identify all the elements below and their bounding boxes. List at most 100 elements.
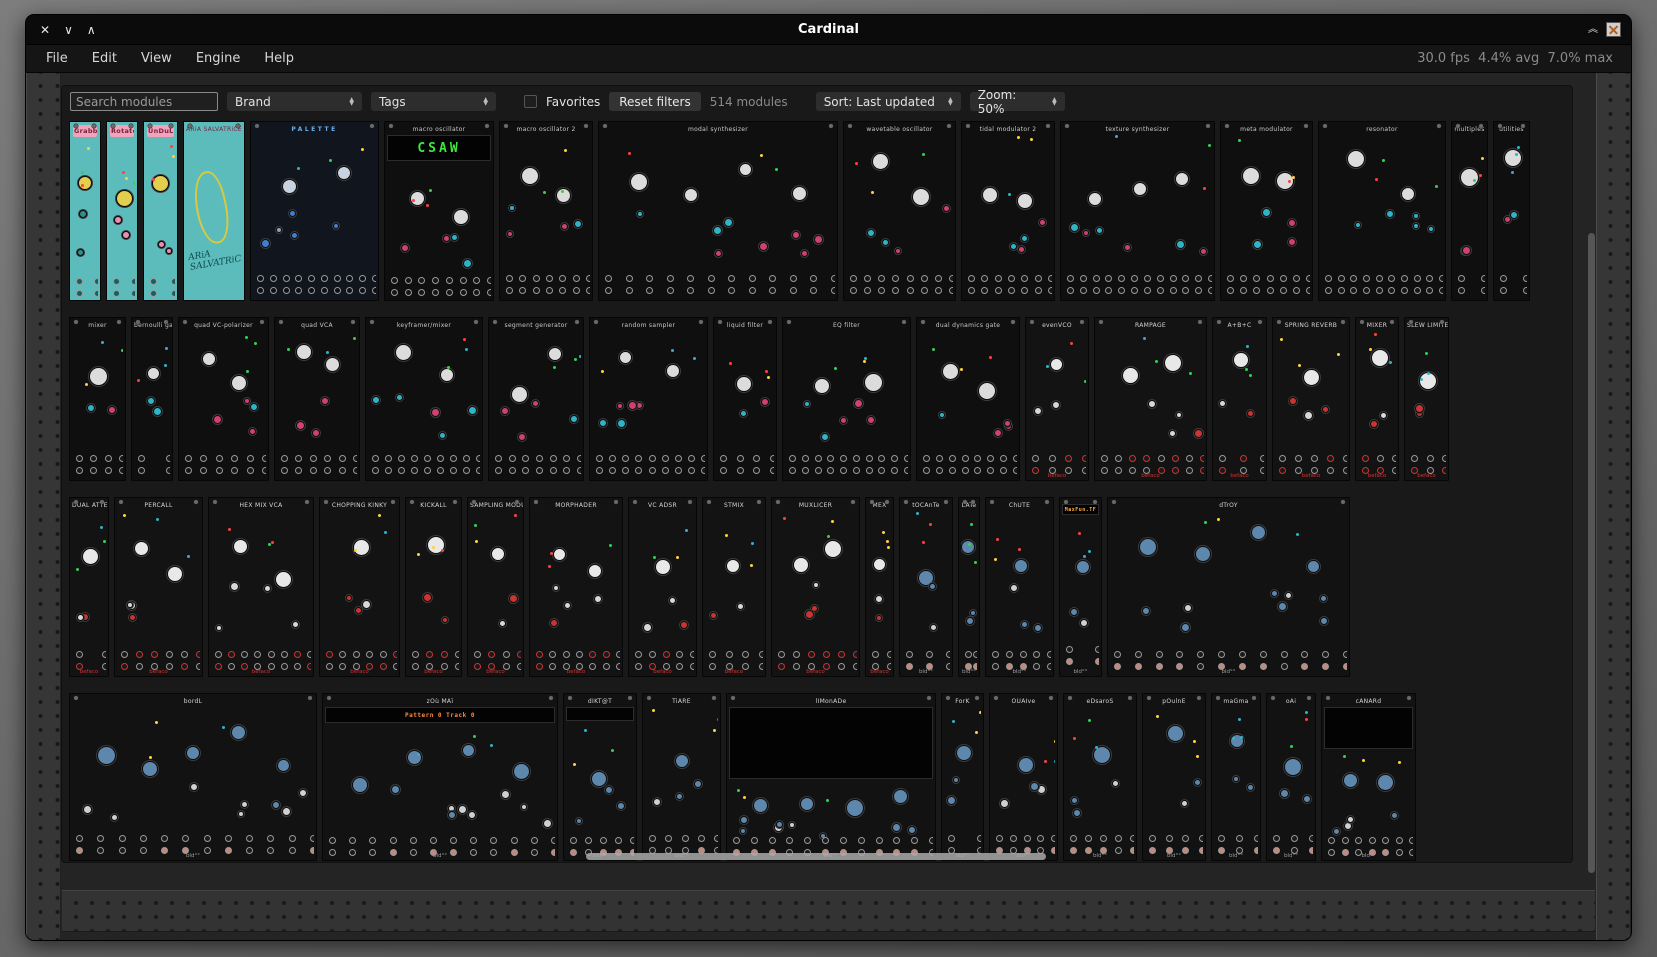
module-card-chopping-kinky[interactable]: CHOPPING KINKYbefaco <box>319 497 400 677</box>
module-card-bernoulli-gate[interactable]: bernoulli gate <box>131 317 173 481</box>
screw-icon <box>921 320 925 324</box>
module-card-tocante[interactable]: tOCAnTebId°° <box>899 497 953 677</box>
tags-select[interactable]: Tags ▲▼ <box>371 92 496 111</box>
menu-edit[interactable]: Edit <box>82 48 127 69</box>
module-card-dikt-t[interactable]: dIKT@TbId°° <box>563 693 637 861</box>
knob-icon <box>1004 420 1011 427</box>
zoom-select[interactable]: Zoom: 50% ▲▼ <box>970 92 1065 111</box>
jack-icon <box>1350 275 1357 282</box>
module-card-dual-attenuverter[interactable]: DUAL ATTENUVERTERbefaco <box>69 497 109 677</box>
jack-icon <box>853 467 860 474</box>
jack-icon <box>487 289 491 296</box>
module-card-multiples[interactable]: multiples <box>1451 121 1488 301</box>
close-icon[interactable]: ✕ <box>40 24 50 36</box>
favorites-checkbox[interactable] <box>524 95 537 108</box>
module-card-keyframer-mixer[interactable]: keyframer/mixer <box>365 317 483 481</box>
module-card-late[interactable]: LATebId°° <box>958 497 980 677</box>
module-card-rotatoes[interactable]: Rotatoes <box>106 121 138 301</box>
module-card-limonade[interactable]: lIMonADebId°° <box>726 693 936 861</box>
brand-select[interactable]: Brand ▲▼ <box>227 92 362 111</box>
module-panel-art <box>408 511 459 674</box>
module-card-segment-generator[interactable]: segment generator <box>488 317 584 481</box>
module-card-dual-dynamics-gate[interactable]: dual dynamics gate <box>916 317 1020 481</box>
chevron-up-icon[interactable]: ∧ <box>87 24 96 36</box>
module-card-mixer[interactable]: MIXERbefaco <box>1355 317 1399 481</box>
module-title: SPRING REVERB <box>1273 318 1349 330</box>
chevron-down-icon[interactable]: ∨ <box>64 24 73 36</box>
vertical-scrollbar[interactable] <box>1588 233 1595 873</box>
module-card-a-b-c[interactable]: A+B+Cbefaco <box>1212 317 1267 481</box>
module-card-macro-oscillator[interactable]: macro oscillatorCSAW <box>384 121 494 301</box>
knob-icon <box>1307 560 1320 573</box>
knob-icon <box>458 805 467 814</box>
module-row: GrabbyRotatoesÛnDuLaRARiA SALVATRiCEARiA… <box>69 121 1565 301</box>
module-card-random-sampler[interactable]: random sampler <box>589 317 708 481</box>
collapse-chevrons-icon[interactable]: ︽ <box>1588 27 1598 32</box>
module-card-eq-filter[interactable]: EQ filter <box>782 317 911 481</box>
menu-file[interactable]: File <box>36 48 78 69</box>
jack-icon <box>281 455 288 462</box>
horizontal-scrollbar[interactable] <box>586 853 1046 860</box>
module-panel-art <box>1097 331 1204 478</box>
module-card-texture-synthesizer[interactable]: texture synthesizer <box>1060 121 1215 301</box>
jack-icon <box>1131 275 1138 282</box>
module-card-grabby[interactable]: Grabby <box>69 121 101 301</box>
module-card-mixer[interactable]: mixer <box>69 317 126 481</box>
knob-icon <box>202 352 216 366</box>
module-card-chute[interactable]: ChUTEbId°° <box>985 497 1054 677</box>
knob-icon <box>509 205 515 211</box>
module-card-oai[interactable]: oAibId°° <box>1266 693 1316 861</box>
module-card-canard[interactable]: cANARdbId°° <box>1321 693 1416 861</box>
module-card-quad-vc-polarizer[interactable]: quad VC-polarizer <box>178 317 269 481</box>
sort-select[interactable]: Sort: Last updated ▲▼ <box>816 92 961 111</box>
jack-icon <box>270 275 277 282</box>
module-card-percall[interactable]: PERCALLbefaco <box>114 497 203 677</box>
module-card-mex[interactable]: MEXbefaco <box>865 497 894 677</box>
module-card-poulne[interactable]: pOulnEbId°° <box>1142 693 1206 861</box>
broken-image-icon[interactable] <box>1606 22 1621 37</box>
module-card-zo-ma[interactable]: zOù MAïPattern 0 Track 0bId°° <box>322 693 558 861</box>
module-card-meta-modulator[interactable]: meta modulator <box>1220 121 1313 301</box>
module-card-morphader[interactable]: MORPHADERbefaco <box>529 497 623 677</box>
search-input[interactable] <box>70 92 218 111</box>
menu-engine[interactable]: Engine <box>186 48 251 69</box>
module-card-resonator[interactable]: resonator <box>1318 121 1446 301</box>
module-card-dtroy[interactable]: dTrOYbId°° <box>1107 497 1350 677</box>
module-card-rampage[interactable]: RAMPAGEbefaco <box>1094 317 1207 481</box>
module-card-unnamed[interactable]: MaxFun.TFbId°° <box>1059 497 1102 677</box>
module-card-kickall[interactable]: KICKALLbefaco <box>405 497 462 677</box>
module-card-tiare[interactable]: TiAREbId°° <box>642 693 721 861</box>
menu-view[interactable]: View <box>131 48 182 69</box>
module-card-hex-mix-vca[interactable]: HEX MIX VCAbefaco <box>208 497 314 677</box>
reset-filters-button[interactable]: Reset filters <box>609 92 701 111</box>
module-card-sampling-modulator[interactable]: SAMPLING MODULATORbefaco <box>467 497 524 677</box>
module-card-tidal-modulator-2[interactable]: tidal modulator 2 <box>961 121 1055 301</box>
module-card-ouaive[interactable]: OUAIvebId°° <box>989 693 1058 861</box>
module-card-evenvco[interactable]: evenVCObefaco <box>1025 317 1089 481</box>
menu-help[interactable]: Help <box>254 48 304 69</box>
module-card-wavetable-oscillator[interactable]: wavetable oscillator <box>843 121 956 301</box>
module-card-slew-limiter[interactable]: SLEW LIMITERbefaco <box>1404 317 1449 481</box>
module-card-ndular[interactable]: ÛnDuLaR <box>143 121 178 301</box>
module-card-magma[interactable]: maGmabId°° <box>1211 693 1261 861</box>
module-card-palette[interactable]: PALETTE <box>250 121 379 301</box>
module-card-aria-salvatrice[interactable]: ARiA SALVATRiCEARiA SALVATRiCE <box>183 121 245 301</box>
module-card-quad-vca[interactable]: quad VCA <box>274 317 360 481</box>
module-card-edsaros[interactable]: eDsaroSbId°° <box>1063 693 1137 861</box>
brand-logo: bId°° <box>1064 853 1136 859</box>
module-card-modal-synthesizer[interactable]: modal synthesizer <box>598 121 838 301</box>
module-card-utilities[interactable]: utilities <box>1493 121 1530 301</box>
knob-icon <box>737 603 744 610</box>
module-card-fork[interactable]: ForKbId°° <box>941 693 984 861</box>
module-card-spring-reverb[interactable]: SPRING REVERBbefaco <box>1272 317 1350 481</box>
jack-icon <box>981 287 988 294</box>
module-card-bordl[interactable]: bordLbId°° <box>69 693 317 861</box>
knob-icon <box>166 248 172 254</box>
module-card-vc-adsr[interactable]: VC ADSRbefaco <box>628 497 697 677</box>
favorites-label[interactable]: Favorites <box>546 95 600 109</box>
module-card-stmix[interactable]: STMIXbefaco <box>702 497 766 677</box>
jack-icon <box>808 651 815 658</box>
module-card-muxlicer[interactable]: MUXLICERbefaco <box>771 497 860 677</box>
module-card-liquid-filter[interactable]: liquid filter <box>713 317 777 481</box>
module-card-macro-oscillator-2[interactable]: macro oscillator 2 <box>499 121 593 301</box>
